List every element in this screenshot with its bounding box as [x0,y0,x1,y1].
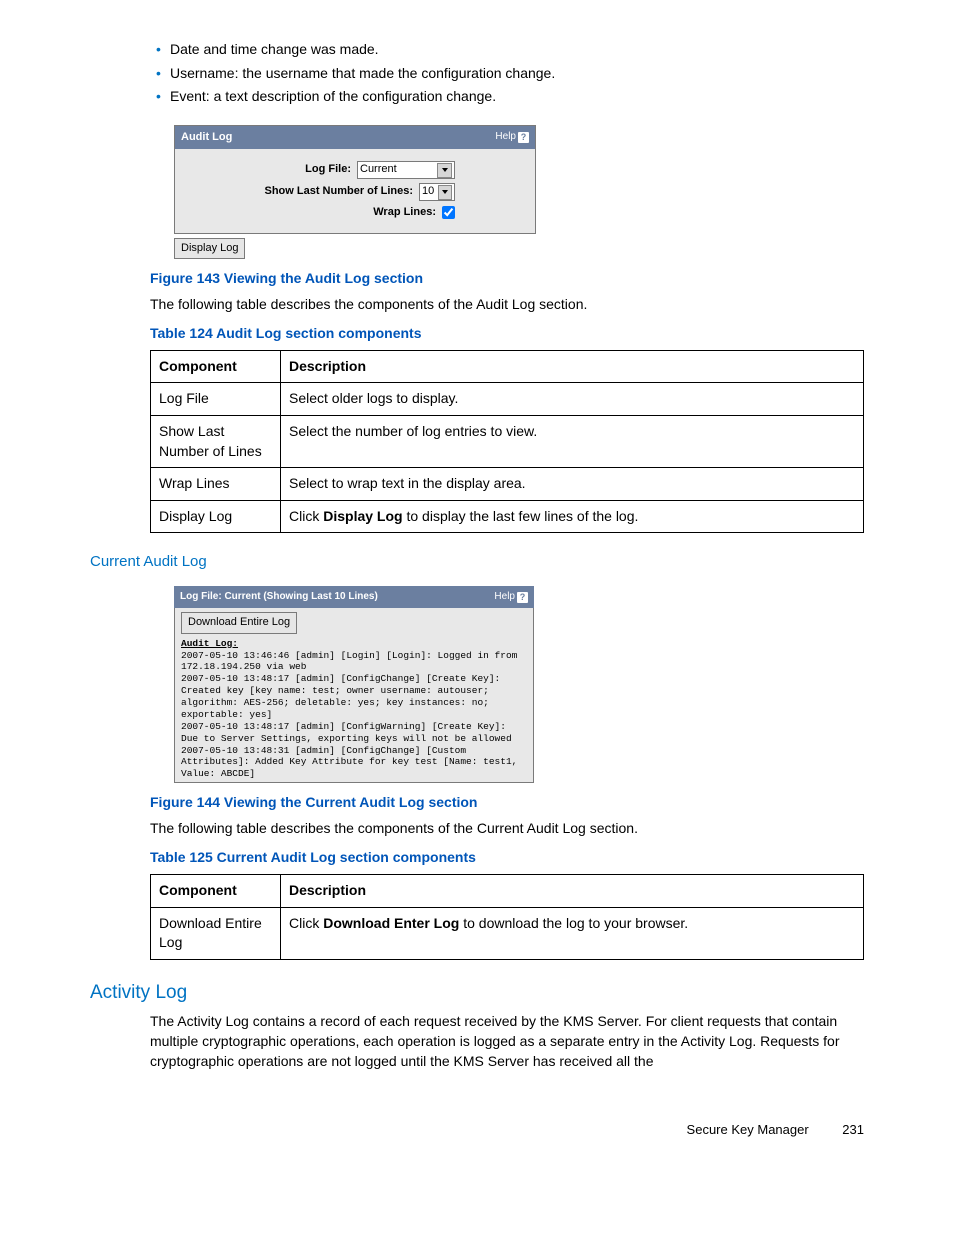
help-label: Help [494,590,515,604]
help-link[interactable]: Help ? [494,590,528,604]
logfile-label: Log File: [305,162,351,177]
figure-caption: Figure 143 Viewing the Audit Log section [150,269,864,289]
list-item: Username: the username that made the con… [170,64,864,84]
chevron-down-icon [438,185,452,200]
description-cell: Click Display Log to display the last fe… [281,500,864,533]
table-row: Wrap LinesSelect to wrap text in the dis… [151,468,864,501]
download-log-button[interactable]: Download Entire Log [181,612,297,633]
audit-log-panel: Audit Log Help ? Log File: Current [174,125,536,234]
components-table-1: Component Description Log FileSelect old… [150,350,864,534]
wrap-label: Wrap Lines: [373,205,436,220]
help-link[interactable]: Help ? [495,130,529,144]
description-cell: Select to wrap text in the display area. [281,468,864,501]
help-icon: ? [517,592,528,603]
panel-header: Log File: Current (Showing Last 10 Lines… [174,586,534,608]
description-cell: Select the number of log entries to view… [281,415,864,467]
help-icon: ? [518,132,529,143]
col-header: Component [151,350,281,383]
components-table-2: Component Description Download Entire Lo… [150,874,864,960]
logfile-select[interactable]: Current [357,161,455,179]
body-text: The Activity Log contains a record of ea… [150,1012,864,1071]
section-heading: Activity Log [90,980,864,1007]
body-text: The following table describes the compon… [150,295,864,315]
chevron-down-icon [437,163,452,178]
list-item: Date and time change was made. [170,40,864,60]
col-header: Component [151,874,281,907]
component-cell: Log File [151,383,281,416]
table-caption: Table 125 Current Audit Log section comp… [150,848,864,868]
component-cell: Show Last Number of Lines [151,415,281,467]
intro-bullet-list: Date and time change was made. Username:… [150,40,864,107]
current-audit-log-panel: Log File: Current (Showing Last 10 Lines… [174,586,534,783]
lines-value: 10 [422,184,434,199]
table-row: Download Entire LogClick Download Enter … [151,907,864,959]
page-footer: Secure Key Manager 231 [90,1121,864,1139]
audit-log-label: Audit Log: [181,638,238,649]
footer-product: Secure Key Manager [687,1122,809,1137]
section-heading: Current Audit Log [90,551,864,572]
logfile-value: Current [360,162,397,177]
log-output: Audit Log: 2007-05-10 13:46:46 [admin] [… [181,638,527,781]
body-text: The following table describes the compon… [150,819,864,839]
table-row: Log FileSelect older logs to display. [151,383,864,416]
description-cell: Click Download Enter Log to download the… [281,907,864,959]
col-header: Description [281,350,864,383]
table-caption: Table 124 Audit Log section components [150,324,864,344]
display-log-button[interactable]: Display Log [174,238,245,259]
description-cell: Select older logs to display. [281,383,864,416]
help-label: Help [495,130,516,144]
panel-title: Audit Log [181,130,232,145]
component-cell: Display Log [151,500,281,533]
log-text: 2007-05-10 13:46:46 [admin] [Login] [Log… [181,650,523,780]
component-cell: Wrap Lines [151,468,281,501]
wrap-lines-checkbox[interactable] [442,206,455,219]
figure-caption: Figure 144 Viewing the Current Audit Log… [150,793,864,813]
lines-select[interactable]: 10 [419,183,455,201]
panel-title: Log File: Current (Showing Last 10 Lines… [180,590,378,604]
table-row: Show Last Number of LinesSelect the numb… [151,415,864,467]
col-header: Description [281,874,864,907]
list-item: Event: a text description of the configu… [170,87,864,107]
page-number: 231 [842,1121,864,1139]
panel-header: Audit Log Help ? [175,126,535,149]
table-row: Display LogClick Display Log to display … [151,500,864,533]
lines-label: Show Last Number of Lines: [264,184,413,199]
component-cell: Download Entire Log [151,907,281,959]
